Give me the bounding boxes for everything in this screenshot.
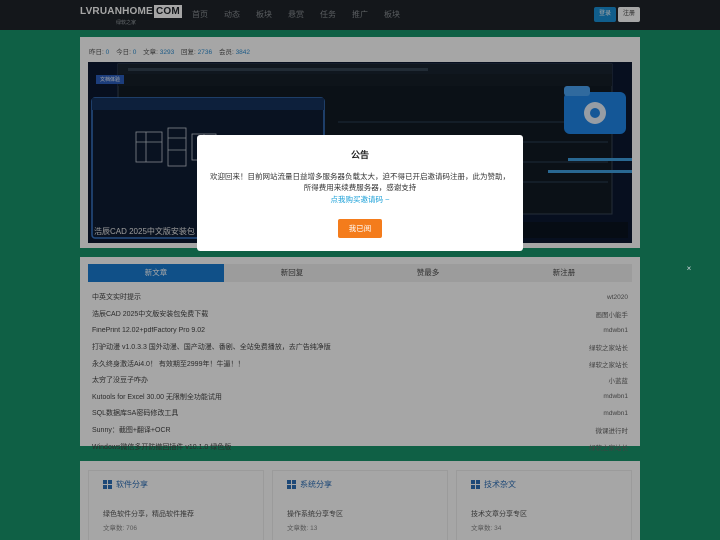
modal-overlay[interactable] [0, 0, 720, 540]
close-icon[interactable]: × [684, 264, 694, 274]
modal-title: 公告 [350, 150, 369, 160]
announcement-modal: 公告 欢迎回来！目前网站流量日益增多服务器负载太大，迫不得已开启邀请码注册，此为… [197, 135, 523, 251]
acknowledge-button[interactable]: 我已阅 [338, 219, 382, 238]
buy-invite-code-link[interactable]: 点我购买邀请码 ~ [197, 194, 523, 205]
modal-body: 欢迎回来！目前网站流量日益增多服务器负载太大，迫不得已开启邀请码注册，此为赞助，… [210, 172, 510, 192]
